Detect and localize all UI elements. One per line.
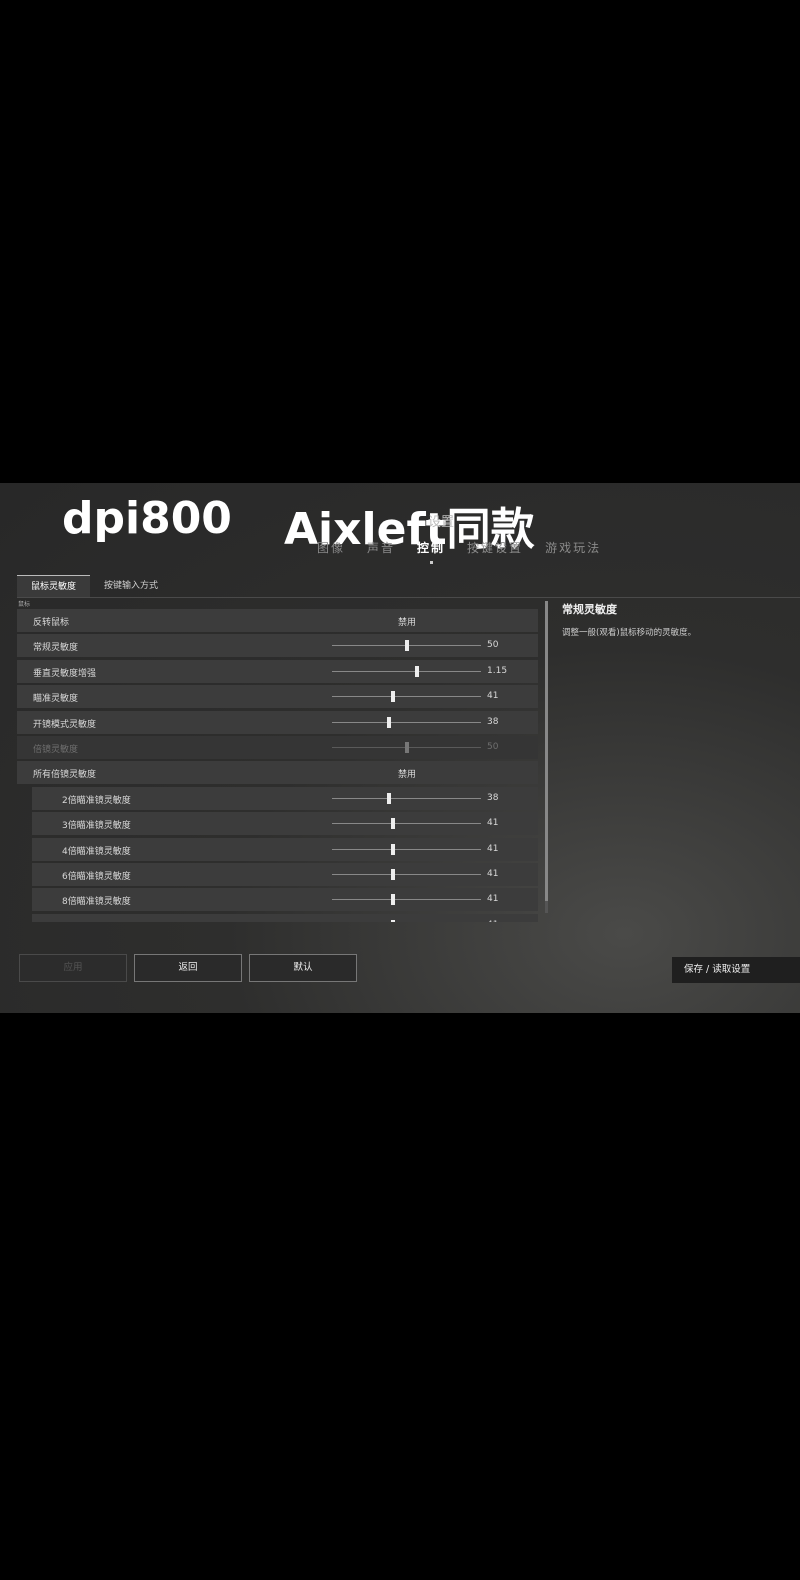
subtab-mouse-sensitivity[interactable]: 鼠标灵敏度 — [17, 575, 91, 598]
slider-value: 50 — [487, 741, 499, 752]
setting-row[interactable]: 倍镜灵敏度 50 — [17, 735, 538, 759]
settings-scrollbar[interactable] — [545, 601, 548, 913]
setting-label: 所有倍镜灵敏度 — [33, 770, 97, 781]
setting-row[interactable]: 4倍瞄准镜灵敏度 41 — [32, 837, 538, 861]
slider-value: 38 — [487, 716, 499, 727]
setting-row[interactable]: 8倍瞄准镜灵敏度 41 — [32, 888, 538, 912]
setting-label: 常规灵敏度 — [33, 643, 79, 654]
slider-track[interactable] — [332, 741, 481, 753]
slider-value: 41 — [487, 818, 499, 829]
slider-track[interactable] — [332, 894, 481, 906]
save-load-settings-button[interactable]: 保存 / 读取设置 — [672, 957, 800, 983]
slider-handle[interactable] — [391, 868, 396, 880]
section-label: 鼠标 — [18, 601, 31, 608]
setting-toggle-value[interactable]: 禁用 — [398, 615, 416, 628]
setting-label: 反转鼠标 — [33, 618, 70, 628]
main-nav: 图像 声音 控制 按键设置 游戏玩法 — [306, 539, 612, 564]
setting-label: 瞄准灵敏度 — [33, 694, 79, 705]
window-title: 设置 — [428, 515, 455, 530]
settings-list: 反转鼠标 禁用 常规灵敏度 50 垂直灵敏度增强 1.15 瞄准灵敏度 41 开镜模式灵敏度 38… — [17, 609, 538, 922]
subtab-divider — [17, 597, 800, 598]
slider-track[interactable] — [332, 792, 481, 804]
slider-track[interactable] — [332, 665, 481, 677]
setting-row[interactable]: 2倍瞄准镜灵敏度 38 — [32, 786, 538, 810]
setting-row[interactable]: 所有倍镜灵敏度 禁用 — [17, 761, 538, 785]
setting-row[interactable]: 3倍瞄准镜灵敏度 41 — [32, 812, 538, 836]
slider-track[interactable] — [332, 868, 481, 880]
slider-value: 41 — [487, 691, 499, 702]
setting-label: 6倍瞄准镜灵敏度 — [62, 871, 131, 882]
slider-handle[interactable] — [404, 741, 409, 753]
setting-label: 2倍瞄准镜灵敏度 — [62, 795, 131, 806]
description-title: 常规灵敏度 — [562, 603, 617, 616]
setting-row[interactable]: 反转鼠标 禁用 — [17, 609, 538, 632]
setting-label: 8倍瞄准镜灵敏度 — [62, 897, 131, 908]
setting-row[interactable]: 6倍瞄准镜灵敏度 41 — [32, 862, 538, 886]
setting-label: 3倍瞄准镜灵敏度 — [62, 821, 131, 832]
slider-track[interactable] — [332, 843, 481, 855]
tab-gameplay[interactable]: 游戏玩法 — [534, 539, 612, 556]
subtab-key-input[interactable]: 按键输入方式 — [90, 575, 172, 597]
settings-screen: dpi800 Aixleft同款 设置 图像 声音 控制 按键设置 游戏玩法 鼠… — [0, 483, 800, 1013]
slider-track[interactable] — [332, 640, 481, 652]
slider-track[interactable] — [332, 691, 481, 703]
slider-handle[interactable] — [391, 843, 396, 855]
setting-label: 倍镜灵敏度 — [33, 744, 79, 755]
slider-value: 50 — [487, 640, 499, 651]
slider-value: 38 — [487, 792, 499, 803]
slider-value: 41 — [487, 920, 498, 922]
slider-handle[interactable] — [391, 894, 396, 906]
setting-row[interactable]: 常规灵敏度 50 — [17, 634, 538, 658]
setting-row[interactable]: 开镜模式灵敏度 38 — [17, 710, 538, 734]
slider-value: 41 — [487, 868, 499, 879]
overlay-dpi-text: dpi800 — [62, 493, 232, 544]
tab-controls[interactable]: 控制 — [406, 539, 456, 564]
description-text: 调整一般(观看)鼠标移动的灵敏度。 — [562, 628, 697, 638]
setting-row[interactable]: 15倍瞄准镜灵敏度 41 — [32, 913, 538, 922]
setting-toggle-value[interactable]: 禁用 — [398, 767, 416, 780]
setting-label: 开镜模式灵敏度 — [33, 719, 97, 730]
slider-handle[interactable] — [386, 716, 391, 728]
slider-track[interactable] — [332, 716, 481, 728]
slider-value: 41 — [487, 894, 499, 905]
setting-row[interactable]: 瞄准灵敏度 41 — [17, 685, 538, 709]
tab-sound[interactable]: 声音 — [356, 539, 406, 556]
back-button[interactable]: 返回 — [134, 954, 242, 982]
setting-row[interactable]: 垂直灵敏度增强 1.15 — [17, 659, 538, 683]
slider-handle[interactable] — [414, 665, 419, 677]
tab-keybindings[interactable]: 按键设置 — [456, 539, 534, 556]
slider-handle[interactable] — [386, 792, 391, 804]
slider-handle[interactable] — [391, 691, 396, 703]
tab-graphics[interactable]: 图像 — [306, 539, 356, 556]
setting-label: 垂直灵敏度增强 — [33, 668, 97, 679]
active-tab-indicator — [430, 561, 434, 564]
slider-value: 1.15 — [487, 665, 508, 676]
setting-label: 15倍瞄准镜灵敏度 — [62, 920, 136, 922]
apply-button[interactable]: 应用 — [19, 954, 127, 982]
slider-value: 41 — [487, 843, 499, 854]
setting-label: 4倍瞄准镜灵敏度 — [62, 846, 131, 857]
slider-track[interactable] — [332, 818, 481, 830]
scrollbar-thumb[interactable] — [545, 601, 548, 901]
default-button[interactable]: 默认 — [249, 954, 357, 982]
slider-handle[interactable] — [404, 640, 409, 652]
subtab-bar: 鼠标灵敏度 按键输入方式 — [17, 575, 172, 598]
slider-handle[interactable] — [391, 818, 396, 830]
slider-handle[interactable] — [391, 919, 396, 922]
